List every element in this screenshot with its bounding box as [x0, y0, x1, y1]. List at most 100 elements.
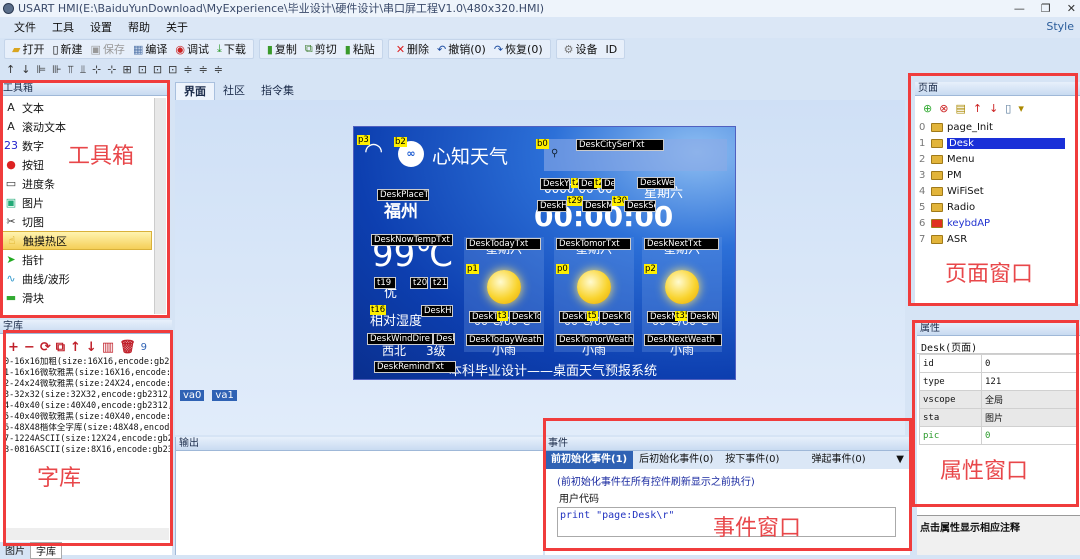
search-button-tag[interactable]: b0 — [536, 139, 549, 149]
forecast-high-tag[interactable]: DeskTo — [509, 311, 541, 323]
logo-button-tag[interactable]: b2 — [394, 137, 407, 147]
align-tool-icon[interactable]: ≑ — [183, 63, 192, 76]
align-tool-icon[interactable]: ⊡ — [138, 63, 147, 76]
font-tool-icon[interactable]: ▥ — [102, 340, 114, 355]
align-tool-icon[interactable]: ⊪ — [52, 63, 62, 76]
font-item[interactable]: 4-40x40(size:40X40,encode:gb2312,qu — [4, 401, 172, 412]
menu-tools[interactable]: 工具 — [44, 17, 82, 38]
font-tool-icon[interactable]: ↓ — [86, 340, 97, 355]
toolbox-item[interactable]: A 文本 — [0, 98, 152, 117]
open-button[interactable]: ▰ 打开 — [8, 41, 48, 57]
font-tool-icon[interactable]: ↑ — [70, 340, 81, 355]
font-tool-icon[interactable]: − — [24, 340, 35, 355]
toolbox-item[interactable]: ▣ 图片 — [0, 193, 152, 212]
weekday-tag[interactable]: DeskWe — [637, 177, 675, 189]
align-tool-icon[interactable]: ↑ — [6, 63, 15, 76]
toolbox-item[interactable]: ▬ 滑块 — [0, 288, 152, 307]
page-item[interactable]: 1 Desk — [915, 135, 1080, 151]
toolbox-item[interactable]: ▭ 进度条 — [0, 174, 152, 193]
align-tool-icon[interactable]: ≑ — [199, 63, 208, 76]
page-menu-icon[interactable]: ▾ — [1018, 102, 1024, 115]
compile-button[interactable]: ▦ 编译 — [129, 41, 171, 57]
move-down-icon[interactable]: ↓ — [989, 102, 998, 115]
property-value[interactable]: 图片 — [981, 408, 1077, 427]
second-tag[interactable]: DeskSe — [624, 200, 656, 212]
property-row[interactable]: vscope 全局 — [919, 390, 1077, 409]
minimize-button[interactable]: — — [1014, 0, 1025, 17]
forecast-pic-tag[interactable]: p2 — [644, 264, 657, 274]
property-row[interactable]: type 121 — [919, 372, 1077, 391]
page-item[interactable]: 6 keybdAP — [915, 215, 1080, 231]
menu-about[interactable]: 关于 — [158, 17, 196, 38]
font-hscrollbar[interactable] — [4, 528, 169, 540]
variable-va1[interactable]: va1 — [212, 390, 237, 401]
page-item[interactable]: 0 page_Init — [915, 119, 1080, 135]
hour-tag[interactable]: DeskH — [537, 200, 567, 212]
font-tool-icon[interactable]: + — [8, 340, 19, 355]
forecast-mid-tag[interactable]: t3 — [497, 311, 508, 321]
t21-tag[interactable]: t21 — [430, 277, 448, 289]
font-item[interactable]: 5-40x40微软雅黑(size:40X40,encode:gb2312 — [4, 412, 172, 423]
font-tool-icon[interactable]: ⟳ — [40, 340, 51, 355]
t29-tag[interactable]: t29 — [567, 196, 584, 206]
wind-tag[interactable]: Desk — [433, 333, 455, 345]
maximize-button[interactable]: ❐ — [1041, 0, 1051, 17]
forecast-weather-tag[interactable]: DeskTodayWeath — [466, 334, 544, 346]
tab-pre-init-event[interactable]: 前初始化事件(1) — [545, 451, 634, 469]
toolbox-item[interactable]: A 滚动文本 — [0, 117, 152, 136]
tab-community[interactable]: 社区 — [215, 82, 253, 100]
forecast-weather-tag[interactable]: DeskTomorWeath — [556, 334, 634, 346]
tab-release-event[interactable]: 弹起事件(0) — [805, 451, 871, 469]
align-tool-icon[interactable]: ⫪ — [68, 63, 74, 77]
page-item[interactable]: 5 Radio — [915, 199, 1080, 215]
id-button[interactable]: ID — [602, 43, 622, 56]
tab-post-init-event[interactable]: 后初始化事件(0) — [633, 451, 719, 469]
minute-tag[interactable]: DeskM — [582, 200, 612, 212]
style-menu[interactable]: Style — [1046, 20, 1074, 33]
city-search-tag[interactable]: DeskCitySerTxt — [576, 139, 664, 151]
forecast-high-tag[interactable]: DeskN — [687, 311, 719, 323]
undo-button[interactable]: ↶ 撤销(0) — [433, 41, 490, 57]
paste-button[interactable]: ▮ 粘贴 — [341, 41, 379, 57]
day-tag[interactable]: De — [601, 178, 615, 190]
forecast-day-tag[interactable]: DeskNextTxt — [644, 238, 719, 250]
redo-button[interactable]: ↷ 恢复(0) — [490, 41, 547, 57]
align-tool-icon[interactable]: ⊹ — [107, 63, 116, 76]
move-up-icon[interactable]: ↑ — [973, 102, 982, 115]
align-tool-icon[interactable]: ⊡ — [153, 63, 162, 76]
variable-va0[interactable]: va0 — [180, 390, 205, 401]
property-row[interactable]: id 0 — [919, 354, 1077, 373]
t16-tag[interactable]: t16 — [370, 305, 387, 315]
year-tag[interactable]: DeskY — [540, 178, 570, 190]
menu-file[interactable]: 文件 — [6, 17, 44, 38]
page-item[interactable]: 4 WiFiSet — [915, 183, 1080, 199]
tab-fonts[interactable]: 字库 — [30, 542, 62, 559]
t20-tag[interactable]: t20 — [410, 277, 428, 289]
download-button[interactable]: ⤓ 下载 — [213, 41, 250, 57]
page-item[interactable]: 3 PM — [915, 167, 1080, 183]
device-button[interactable]: ⚙ 设备 — [560, 41, 602, 57]
delete-button[interactable]: ✕ 删除 — [392, 41, 433, 57]
humidity-tag[interactable]: DeskH — [421, 305, 453, 317]
font-item[interactable]: 1-16x16微软雅黑(size:16X16,encode:gb2312 — [4, 368, 172, 379]
align-tool-icon[interactable]: ⊫ — [36, 63, 46, 76]
property-row[interactable]: pic 0 — [919, 426, 1077, 445]
tab-ui[interactable]: 界面 — [175, 82, 215, 100]
align-tool-icon[interactable]: ↓ — [21, 63, 30, 76]
property-value[interactable]: 121 — [981, 372, 1077, 391]
align-tool-icon[interactable]: ⫫ — [80, 63, 86, 77]
new-button[interactable]: ▯ 新建 — [48, 41, 86, 57]
align-tool-icon[interactable]: ⊞ — [122, 63, 131, 76]
property-value[interactable]: 0 — [981, 426, 1077, 445]
font-tool-icon[interactable]: 🗑 — [119, 340, 136, 355]
remind-tag[interactable]: DeskRemindTxt — [374, 361, 456, 373]
toolbox-scrollbar[interactable] — [154, 98, 166, 314]
copy-button[interactable]: ▮ 复制 — [263, 41, 301, 57]
now-temp-tag[interactable]: DeskNowTempTxt — [371, 234, 453, 246]
copy-page-icon[interactable]: ▯ — [1005, 102, 1011, 115]
toolbox-item[interactable]: ✂ 切图 — [0, 212, 152, 231]
save-button[interactable]: ▣ 保存 — [87, 41, 129, 57]
page-item[interactable]: 7 ASR — [915, 231, 1080, 247]
debug-button[interactable]: ◉ 调试 — [171, 41, 213, 57]
property-value[interactable]: 0 — [981, 354, 1077, 373]
